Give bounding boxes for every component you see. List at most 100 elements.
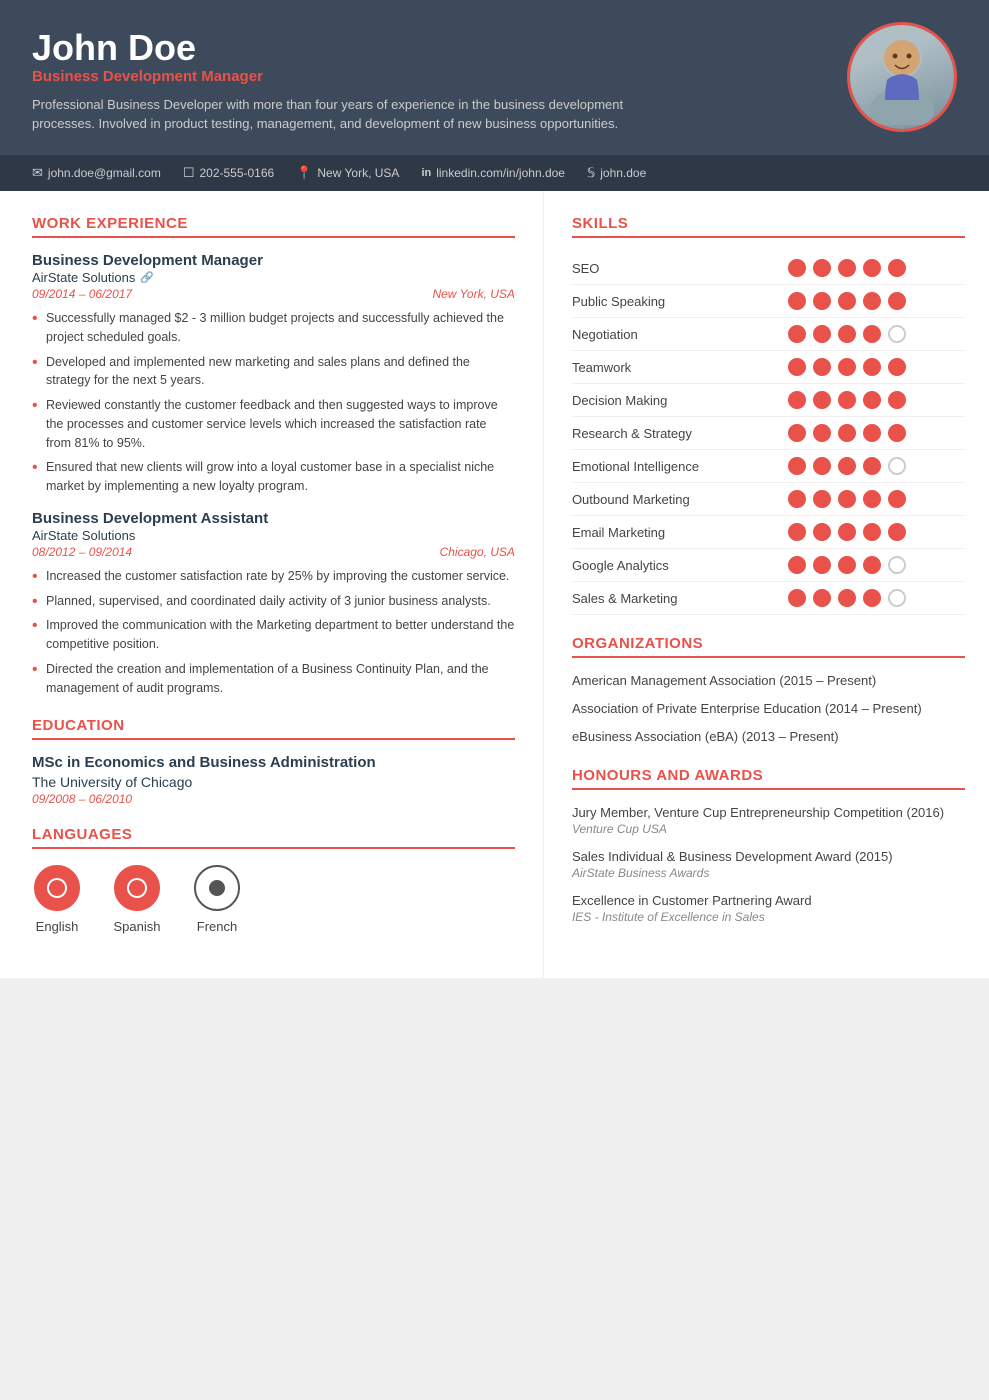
lang-french: French [192, 863, 242, 934]
skill-name-2: Negotiation [572, 318, 788, 351]
skill-row-8: Email Marketing [572, 516, 965, 549]
job-meta-2: 08/2012 – 09/2014 Chicago, USA [32, 545, 515, 559]
skill-name-10: Sales & Marketing [572, 582, 788, 615]
linkedin-icon: in [421, 167, 431, 179]
dot-8-3 [863, 523, 881, 541]
skill-dots-0 [788, 252, 965, 284]
skill-row-6: Emotional Intelligence [572, 450, 965, 483]
dot-10-0 [788, 589, 806, 607]
skill-name-9: Google Analytics [572, 549, 788, 582]
dot-2-2 [838, 325, 856, 343]
dot-10-1 [813, 589, 831, 607]
dot-3-4 [888, 358, 906, 376]
dot-4-2 [838, 391, 856, 409]
dot-9-4 [888, 556, 906, 574]
dot-6-4 [888, 457, 906, 475]
honour-source-1: AirState Business Awards [572, 866, 965, 880]
bullet-1-1: Successfully managed $2 - 3 million budg… [32, 309, 515, 347]
skill-dots-1 [788, 285, 965, 317]
skill-name-7: Outbound Marketing [572, 483, 788, 516]
dot-9-1 [813, 556, 831, 574]
lang-spanish-label: Spanish [114, 919, 161, 934]
work-experience-title: WORK EXPERIENCE [32, 215, 515, 238]
job-location-2: Chicago, USA [440, 545, 515, 559]
contact-linkedin: in linkedin.com/in/john.doe [421, 166, 565, 180]
dot-10-4 [888, 589, 906, 607]
dot-5-3 [863, 424, 881, 442]
skill-row-7: Outbound Marketing [572, 483, 965, 516]
skill-name-4: Decision Making [572, 384, 788, 417]
skill-dots-9 [788, 549, 965, 581]
dot-5-2 [838, 424, 856, 442]
honour-title-1: Sales Individual & Business Development … [572, 848, 965, 866]
bullet-2-2: Planned, supervised, and coordinated dai… [32, 592, 515, 611]
org-item-0: American Management Association (2015 – … [572, 672, 965, 690]
job-title-1: Business Development Manager [32, 252, 515, 269]
bullet-2-3: Improved the communication with the Mark… [32, 616, 515, 654]
skill-row-4: Decision Making [572, 384, 965, 417]
edu-dates: 09/2008 – 06/2010 [32, 792, 515, 806]
skill-name-5: Research & Strategy [572, 417, 788, 450]
dot-5-1 [813, 424, 831, 442]
contact-bar: ✉ john.doe@gmail.com ☐ 202-555-0166 📍 Ne… [0, 155, 989, 191]
dot-8-4 [888, 523, 906, 541]
languages-title: LANGUAGES [32, 826, 515, 849]
job-item-2: Business Development Assistant AirState … [32, 510, 515, 698]
lang-french-label: French [197, 919, 237, 934]
header-section: John Doe Business Development Manager Pr… [0, 0, 989, 155]
dot-8-2 [838, 523, 856, 541]
candidate-summary: Professional Business Developer with mor… [32, 95, 632, 134]
right-column: SKILLS SEOPublic SpeakingNegotiationTeam… [544, 191, 989, 978]
dot-3-3 [863, 358, 881, 376]
skill-row-10: Sales & Marketing [572, 582, 965, 615]
skill-dots-8 [788, 516, 965, 548]
dot-5-0 [788, 424, 806, 442]
dot-7-3 [863, 490, 881, 508]
honour-title-2: Excellence in Customer Partnering Award [572, 892, 965, 910]
dot-7-2 [838, 490, 856, 508]
dot-0-2 [838, 259, 856, 277]
job-title-2: Business Development Assistant [32, 510, 515, 527]
job-bullets-1: Successfully managed $2 - 3 million budg… [32, 309, 515, 496]
phone-icon: ☐ [183, 165, 195, 181]
external-link-icon: 🔗 [140, 271, 154, 284]
skill-dots-4 [788, 384, 965, 416]
skills-table: SEOPublic SpeakingNegotiationTeamworkDec… [572, 252, 965, 615]
job-location-1: New York, USA [432, 287, 514, 301]
dot-0-3 [863, 259, 881, 277]
job-item-1: Business Development Manager AirState So… [32, 252, 515, 496]
dot-0-0 [788, 259, 806, 277]
skill-name-3: Teamwork [572, 351, 788, 384]
honour-source-2: IES - Institute of Excellence in Sales [572, 910, 965, 924]
education-section: EDUCATION MSc in Economics and Business … [32, 717, 515, 806]
dot-2-4 [888, 325, 906, 343]
dot-6-0 [788, 457, 806, 475]
dot-5-4 [888, 424, 906, 442]
honours-list: Jury Member, Venture Cup Entrepreneurshi… [572, 804, 965, 925]
bullet-1-2: Developed and implemented new marketing … [32, 353, 515, 391]
job-dates-2: 08/2012 – 09/2014 [32, 545, 132, 559]
dot-1-4 [888, 292, 906, 310]
resume-container: John Doe Business Development Manager Pr… [0, 0, 989, 978]
contact-location: 📍 New York, USA [296, 165, 399, 181]
dot-1-3 [863, 292, 881, 310]
dot-3-2 [838, 358, 856, 376]
dot-0-1 [813, 259, 831, 277]
dot-7-0 [788, 490, 806, 508]
skills-title: SKILLS [572, 215, 965, 238]
dot-10-3 [863, 589, 881, 607]
contact-skype: 𝕊 john.doe [587, 165, 646, 181]
skill-dots-10 [788, 582, 965, 614]
org-list: American Management Association (2015 – … [572, 672, 965, 747]
skill-row-2: Negotiation [572, 318, 965, 351]
dot-6-1 [813, 457, 831, 475]
dot-4-0 [788, 391, 806, 409]
skill-name-1: Public Speaking [572, 285, 788, 318]
work-experience-section: WORK EXPERIENCE Business Development Man… [32, 215, 515, 697]
bullet-2-4: Directed the creation and implementation… [32, 660, 515, 698]
dot-8-1 [813, 523, 831, 541]
dot-9-2 [838, 556, 856, 574]
skill-name-6: Emotional Intelligence [572, 450, 788, 483]
education-title: EDUCATION [32, 717, 515, 740]
skill-dots-2 [788, 318, 965, 350]
